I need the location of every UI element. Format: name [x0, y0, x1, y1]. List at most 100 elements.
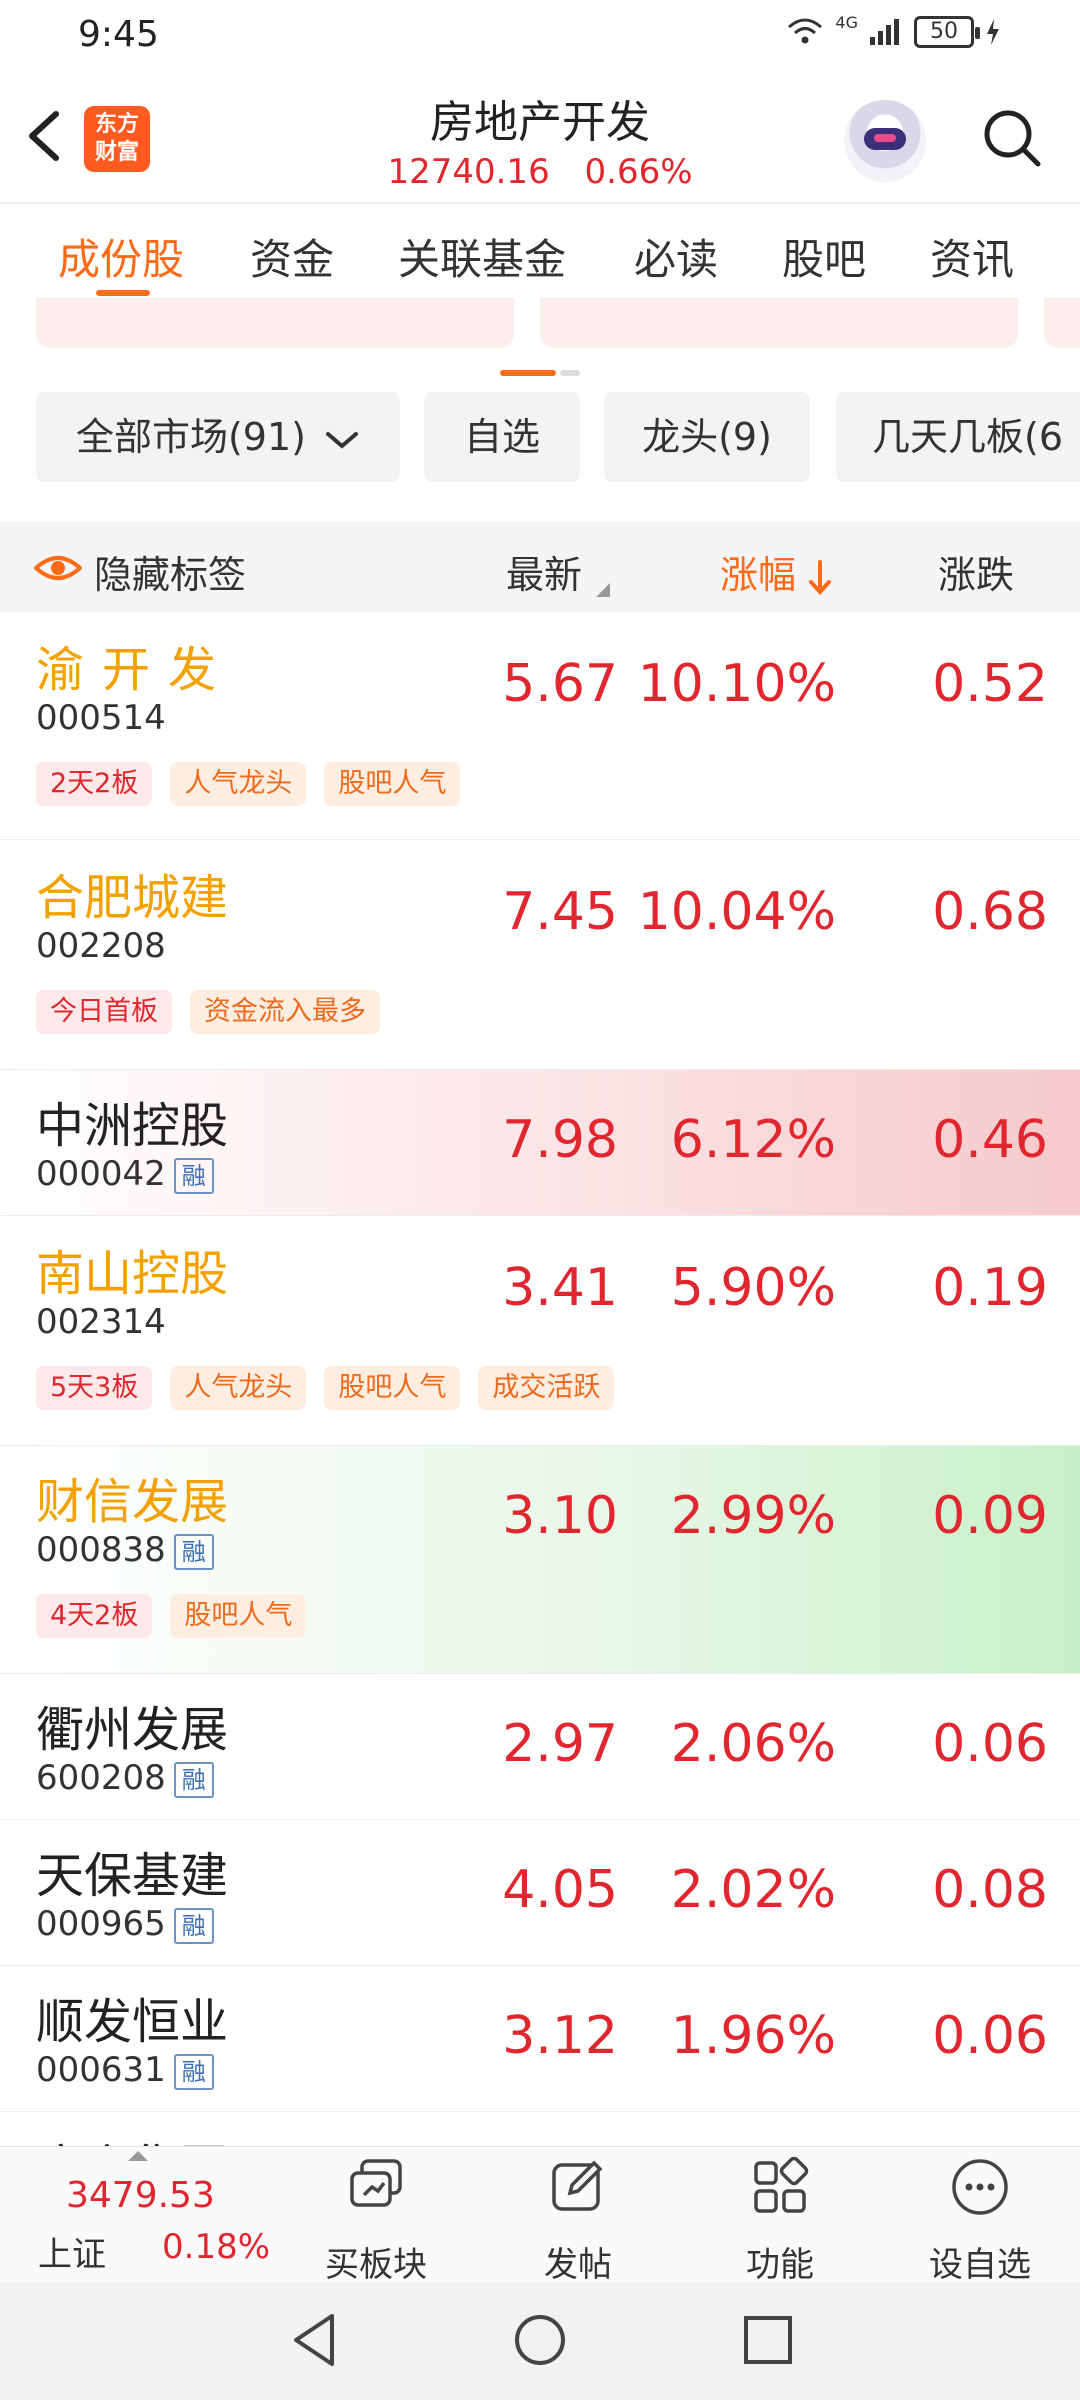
table-row[interactable]: 中洲控股 000042 融 7.98 6.12% 0.46 [0, 1070, 1080, 1216]
banner-card[interactable] [36, 298, 514, 348]
stock-code: 000838 [36, 1530, 166, 1570]
banner-card[interactable] [540, 298, 1018, 348]
status-icons: 4G 50 [785, 12, 1002, 48]
tab-funds-flow[interactable]: 资金 [250, 226, 334, 287]
index-change: 0.66% [584, 152, 693, 192]
search-icon[interactable] [980, 106, 1044, 170]
table-row[interactable]: 渝开发 000514 5.67 10.10% 0.52 2天2板 人气龙头 股吧… [0, 612, 1080, 840]
app-header: 东方 财富 房地产开发 12740.16 0.66% [0, 72, 1080, 204]
stock-name: 天保基建 [36, 1848, 229, 1904]
margin-trading-badge: 融 [173, 1907, 214, 1944]
assistant-robot-icon[interactable] [844, 100, 926, 182]
tab-news[interactable]: 资讯 [930, 226, 1014, 287]
stock-code: 002314 [36, 1302, 166, 1342]
buy-sector-button[interactable]: 买板块 [296, 2155, 456, 2286]
stock-name: 顺发恒业 [36, 1994, 229, 2050]
change-pct-header[interactable]: 涨幅 [720, 544, 832, 599]
stock-tag[interactable]: 4天2板 [36, 1594, 153, 1638]
table-header: 隐藏标签 最新 涨幅 涨跌 [0, 522, 1080, 612]
sort-desc-arrow-icon [809, 559, 832, 595]
sort-triangle-icon [596, 583, 611, 597]
sh-index-name[interactable]: 上证 [38, 2227, 106, 2276]
hide-tags-toggle[interactable]: 隐藏标签 [94, 544, 246, 599]
stock-tag[interactable]: 5天3板 [36, 1366, 153, 1410]
bottom-toolbar: 3479.53 上证 0.18% 买板块 发帖 功能 设自选 [0, 2146, 1080, 2285]
nav-back-icon[interactable] [286, 2310, 342, 2370]
banner-carousel[interactable] [0, 298, 1080, 358]
nav-recents-icon[interactable] [742, 2314, 794, 2366]
leaders-filter[interactable]: 龙头(9) [604, 392, 810, 482]
table-row[interactable]: 顺发恒业 000631 融 3.12 1.96% 0.06 [0, 1966, 1080, 2112]
functions-button[interactable]: 功能 [700, 2155, 860, 2286]
filter-chips: 全部市场(91) 自选 龙头(9) 几天几板(6 [0, 392, 1080, 484]
stock-tag[interactable]: 股吧人气 [324, 1366, 461, 1410]
tab-must-read[interactable]: 必读 [634, 226, 718, 287]
stock-price: 3.41 [502, 1258, 618, 1318]
buy-sector-label: 买板块 [325, 2245, 427, 2285]
stock-tag[interactable]: 2天2板 [36, 762, 153, 806]
system-nav-bar [0, 2282, 1080, 2400]
charging-icon [987, 19, 999, 45]
stock-tags: 4天2板 股吧人气 [36, 1594, 307, 1638]
stock-change-pct: 2.06% [670, 1714, 836, 1774]
stock-change: 0.52 [932, 654, 1048, 714]
stock-tag[interactable]: 成交活跃 [478, 1366, 615, 1410]
stock-code-line: 600208 融 [36, 1758, 214, 1798]
stock-tag[interactable]: 人气龙头 [170, 1366, 307, 1410]
stock-change: 0.08 [932, 1860, 1048, 1920]
stock-tag[interactable]: 资金流入最多 [190, 990, 380, 1034]
watchlist-filter[interactable]: 自选 [424, 392, 580, 482]
stock-price: 3.12 [502, 2006, 618, 2066]
stock-code-line: 000042 融 [36, 1154, 214, 1194]
stock-tag[interactable]: 人气龙头 [170, 762, 307, 806]
stock-change-pct: 1.96% [670, 2006, 836, 2066]
table-row[interactable]: 衢州发展 600208 融 2.97 2.06% 0.06 [0, 1674, 1080, 1820]
tab-bar: 成份股 资金 关联基金 必读 股吧 资讯 [0, 206, 1080, 298]
stock-tag[interactable]: 今日首板 [36, 990, 172, 1034]
stock-name: 财信发展 [36, 1474, 229, 1530]
stock-price: 7.45 [502, 882, 618, 942]
stock-change: 0.19 [932, 1258, 1048, 1318]
streak-filter[interactable]: 几天几板(6 [836, 392, 1080, 482]
table-row[interactable]: 天保基建 000965 融 4.05 2.02% 0.08 [0, 1820, 1080, 1966]
nav-home-icon[interactable] [512, 2312, 568, 2368]
sh-index-pct[interactable]: 0.18% [162, 2227, 270, 2267]
stock-tag[interactable]: 股吧人气 [324, 762, 461, 806]
stock-name: 衢州发展 [36, 1702, 229, 1758]
stock-tag[interactable]: 股吧人气 [170, 1594, 307, 1638]
add-watchlist-button[interactable]: 设自选 [900, 2155, 1060, 2286]
latest-price-header[interactable]: 最新 [506, 544, 612, 599]
latest-price-label: 最新 [506, 553, 583, 597]
banner-card[interactable] [1044, 298, 1080, 348]
change-header[interactable]: 涨跌 [938, 544, 1014, 599]
signal-icon [870, 19, 899, 45]
stock-name: 渝开发 [36, 642, 235, 698]
table-row[interactable]: 财信发展 000838 融 3.10 2.99% 0.09 4天2板 股吧人气 [0, 1446, 1080, 1674]
tab-forum[interactable]: 股吧 [782, 226, 866, 287]
stock-price: 3.10 [502, 1486, 618, 1546]
tab-related-funds[interactable]: 关联基金 [398, 226, 566, 287]
post-button[interactable]: 发帖 [498, 2155, 658, 2286]
more-icon [952, 2159, 1008, 2215]
stock-tags: 2天2板 人气龙头 股吧人气 [36, 762, 461, 806]
stock-price: 5.67 [502, 654, 618, 714]
stock-change-pct: 10.10% [637, 654, 836, 714]
market-filter-dropdown[interactable]: 全部市场(91) [36, 392, 400, 482]
margin-trading-badge: 融 [173, 2053, 214, 2090]
table-row[interactable]: 南山控股 002314 3.41 5.90% 0.19 5天3板 人气龙头 股吧… [0, 1216, 1080, 1446]
status-time: 9:45 [78, 14, 159, 55]
stock-change-pct: 5.90% [670, 1258, 836, 1318]
network-label: 4G [835, 12, 858, 32]
tab-constituents[interactable]: 成份股 [58, 226, 184, 287]
eye-icon[interactable] [34, 548, 82, 588]
stock-change-pct: 6.12% [670, 1110, 836, 1170]
stock-change: 0.06 [932, 1714, 1048, 1774]
stock-code-line: 000838 融 [36, 1530, 214, 1570]
sh-index-value[interactable]: 3479.53 [66, 2175, 215, 2216]
expand-caret-icon[interactable] [128, 2151, 148, 2161]
stock-change-pct: 2.02% [670, 1860, 836, 1920]
change-pct-label: 涨幅 [720, 553, 797, 597]
grid-icon [754, 2156, 809, 2213]
stock-change: 0.68 [932, 882, 1048, 942]
table-row[interactable]: 合肥城建 002208 7.45 10.04% 0.68 今日首板 资金流入最多 [0, 840, 1080, 1070]
